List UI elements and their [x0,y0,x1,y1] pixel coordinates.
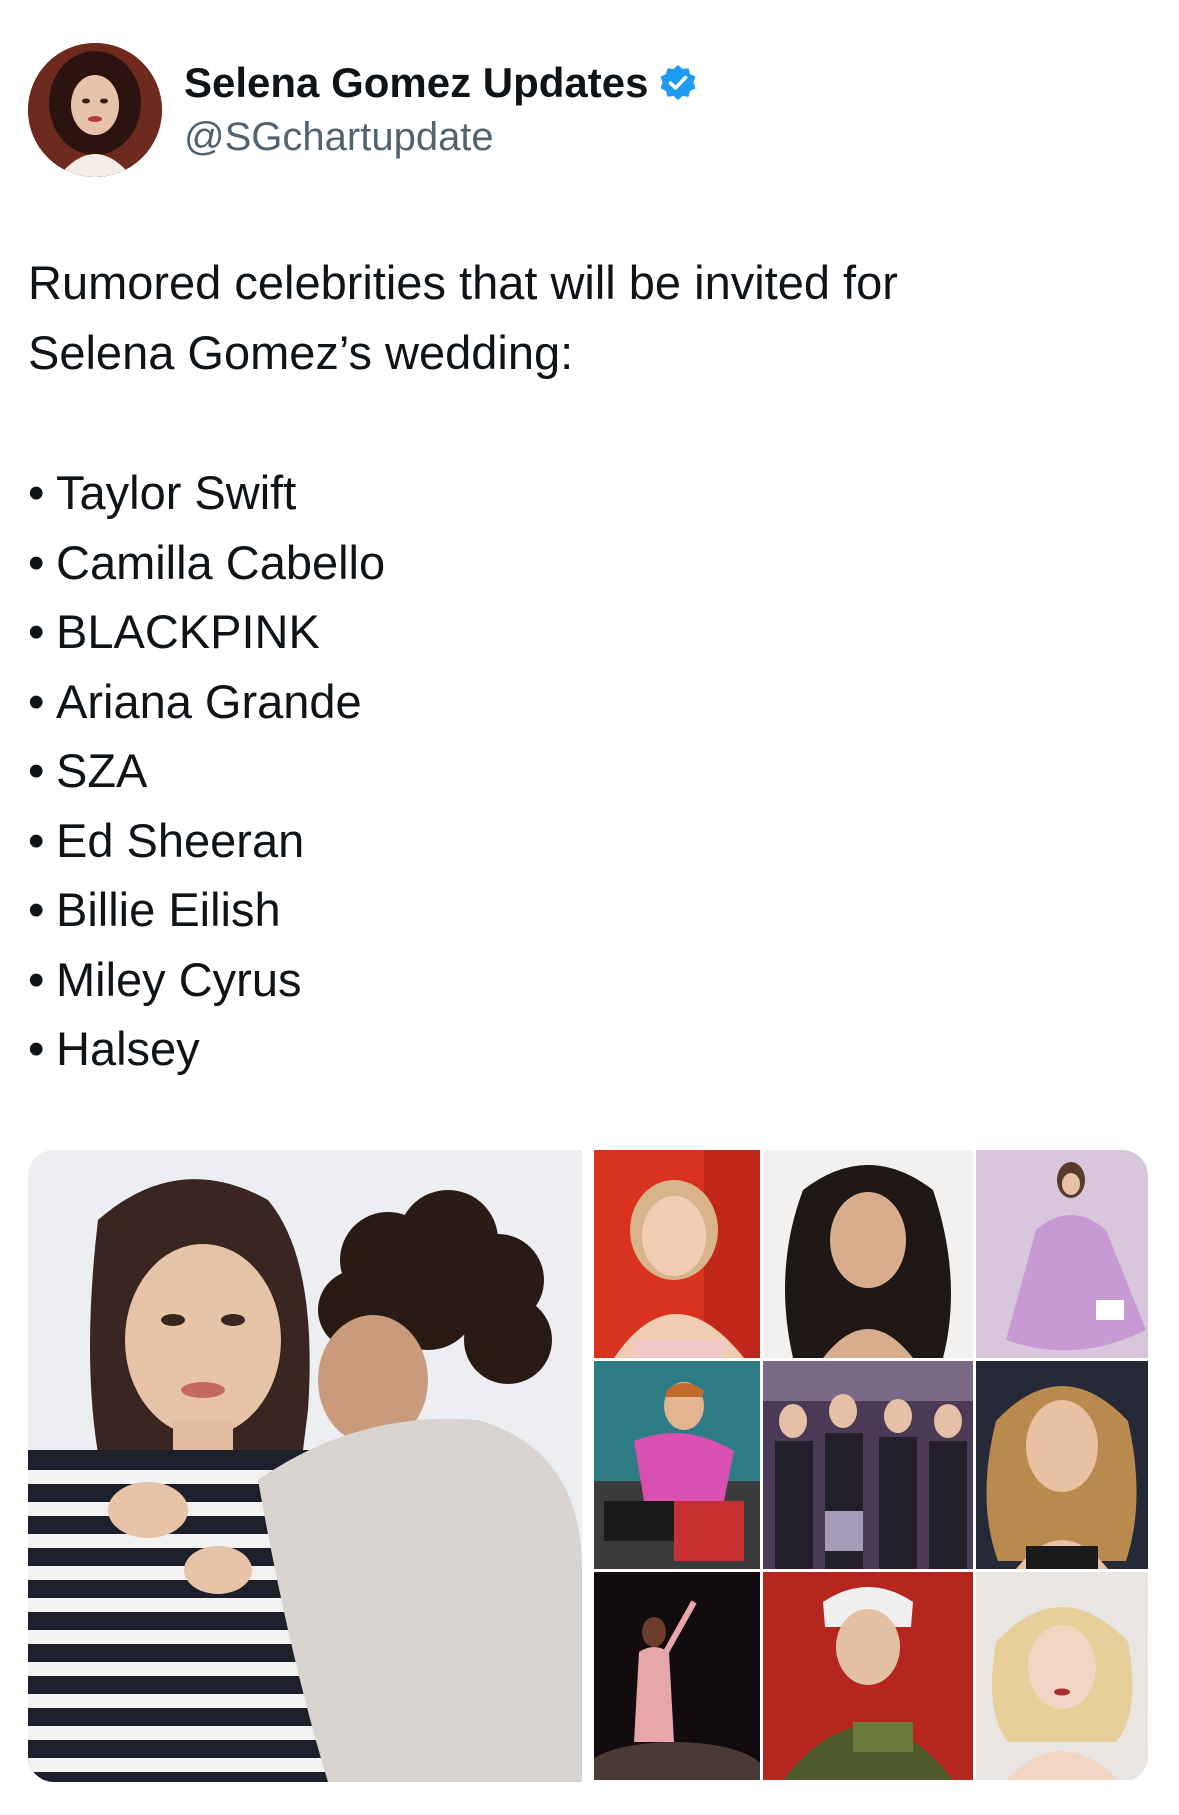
taylor-swift-photo-icon [594,1150,760,1358]
list-item: • Taylor Swift [28,458,1148,528]
list-item-label: Billie Eilish [56,883,281,936]
blackpink-photo[interactable] [763,1361,973,1569]
list-item: • Miley Cyrus [28,945,1148,1015]
list-item: • Halsey [28,1014,1148,1084]
ed-sheeran-photo-icon [594,1361,760,1569]
author-avatar[interactable] [28,43,162,177]
tweet-header: Selena Gomez Updates @SGchartupdate [28,42,698,178]
camila-cabello-photo-icon [763,1150,973,1358]
celebrity-collage[interactable] [594,1150,1148,1782]
verified-badge-icon [658,63,698,103]
bullet: • [28,674,45,728]
tweet-media [28,1150,1148,1782]
author-display-name[interactable]: Selena Gomez Updates [184,56,648,110]
list-item: • Ed Sheeran [28,806,1148,876]
bullet: • [28,813,45,867]
blackpink-photo-icon [763,1361,973,1569]
list-item: • Ariana Grande [28,667,1148,737]
tweet-intro-line-2: Selena Gomez’s wedding: [28,326,574,379]
list-item-label: Taylor Swift [56,466,297,519]
billie-eilish-photo-icon [763,1572,973,1780]
ariana-grande-photo[interactable] [976,1150,1148,1358]
taylor-swift-photo[interactable] [594,1150,760,1358]
author-handle[interactable]: @SGchartupdate [184,110,698,164]
tweet-intro-line-1: Rumored celebrities that will be invited… [28,256,898,309]
list-item-label: Ed Sheeran [56,813,305,867]
ed-sheeran-photo[interactable] [594,1361,760,1569]
celebrity-list: • Taylor Swift • Camilla Cabello • BLACKPIN… [28,458,1148,1084]
list-item-label: Camilla Cabello [56,535,386,589]
list-item: • BLACKPINK [28,597,1148,667]
bullet: • [28,952,45,1006]
avatar-photo-icon [28,43,162,177]
bullet: • [28,466,45,519]
bullet: • [28,744,45,797]
ariana-grande-photo-icon [976,1150,1148,1358]
list-item-label: Ariana Grande [56,674,362,728]
billie-eilish-photo[interactable] [763,1572,973,1780]
list-item: • Camilla Cabello [28,528,1148,598]
author-names: Selena Gomez Updates @SGchartupdate [184,56,698,164]
bullet: • [28,1022,45,1075]
bullet: • [28,535,45,589]
miley-cyrus-photo[interactable] [976,1361,1148,1569]
tweet-body: Rumored celebrities that will be invited… [28,248,1148,1084]
bullet: • [28,883,45,936]
list-item: • Billie Eilish [28,875,1148,945]
list-item-label: Halsey [56,1022,200,1075]
halsey-photo[interactable] [976,1572,1148,1780]
miley-cyrus-photo-icon [976,1361,1148,1569]
halsey-photo-icon [976,1572,1148,1780]
bullet: • [28,605,45,658]
sza-photo-icon [594,1572,760,1780]
sza-photo[interactable] [594,1572,760,1780]
list-item-label: Miley Cyrus [56,952,302,1006]
couple-photo[interactable] [28,1150,582,1782]
camila-cabello-photo[interactable] [763,1150,973,1358]
couple-photo-icon [28,1150,582,1782]
list-item-label: SZA [56,744,148,797]
list-item-label: BLACKPINK [56,605,320,658]
display-name-row: Selena Gomez Updates [184,56,698,110]
list-item: • SZA [28,736,1148,806]
